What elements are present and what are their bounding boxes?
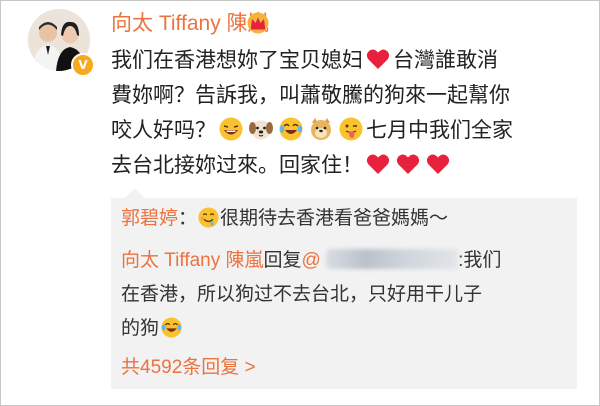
reply-item-1[interactable]: 郭碧婷： 很期待去香港看爸爸媽媽～ — [121, 204, 448, 234]
post-text-segment: 去台北接妳过來。回家住！ — [111, 154, 363, 177]
verified-badge: V — [71, 53, 95, 77]
reply-text: :我们 — [458, 250, 502, 271]
reply-text: 在香港，所以狗过不去台北，只好用干儿子 — [121, 284, 483, 305]
reply-author-link[interactable]: 郭碧婷 — [121, 208, 178, 229]
post-text: 我们在香港想妳了宝贝媳妇 台灣誰敢消 費妳啊？告訴我，叫蕭敬騰的狗來一起幫你 咬人… — [111, 43, 551, 183]
reply-box: 郭碧婷： 很期待去香港看爸爸媽媽～ 向太 Tiffany 陳嵐回复@ :我们 在香… — [111, 198, 577, 389]
mention-link[interactable]: @ — [301, 249, 459, 271]
post-text-segment: 咬人好吗？ — [111, 119, 216, 142]
blurred-mention-name — [326, 249, 459, 269]
reply-item-2-line-2: 在香港，所以狗过不去台北，只好用干儿子 — [121, 280, 482, 310]
red-heart-icon — [396, 154, 420, 174]
red-heart-icon — [426, 154, 450, 174]
post-line-1: 我们在香港想妳了宝贝媳妇 台灣誰敢消 — [111, 43, 551, 78]
mention-at: @ — [301, 250, 321, 271]
post-line-3: 咬人好吗？ 七月中我们全家 — [111, 113, 551, 148]
post-text-segment: 費妳啊？告訴我，叫蕭敬騰的狗來一起幫你 — [111, 84, 510, 107]
reply-text: 的狗 — [121, 318, 160, 339]
reply-box-notch — [125, 188, 145, 198]
laughing-emoji — [219, 117, 243, 141]
red-heart-icon — [366, 49, 390, 69]
tears-of-joy-emoji — [161, 317, 182, 338]
reply-author-link[interactable]: 向太 Tiffany 陳嵐 — [121, 250, 264, 271]
red-heart-icon — [366, 154, 390, 174]
post-author-name[interactable]: 向太 Tiffany 陳嵐 — [111, 11, 269, 37]
reply-text: 很期待去香港看爸爸媽媽～ — [220, 208, 449, 229]
drooling-emoji — [198, 207, 219, 228]
reply-item-2-line-3: 的狗 — [121, 314, 184, 344]
post-text-segment: 我们在香港想妳了宝贝媳妇 — [111, 49, 363, 72]
post-text-segment: 台灣誰敢消 — [393, 49, 498, 72]
tongue-out-emoji — [339, 117, 363, 141]
more-replies-link[interactable]: 共4592条回复 > — [121, 353, 256, 383]
weibo-post-card: V 向太 Tiffany 陳嵐 我们在香港想妳了宝贝媳妇 台灣誰敢消 費妳啊？告訴… — [0, 0, 600, 406]
doge-emoji — [311, 118, 331, 140]
reply-word: 回复 — [263, 250, 302, 271]
post-line-2: 費妳啊？告訴我，叫蕭敬騰的狗來一起幫你 — [111, 78, 551, 113]
reply-colon: ： — [178, 208, 198, 229]
dog-face-emoji — [249, 120, 273, 140]
reply-item-2[interactable]: 向太 Tiffany 陳嵐回复@ :我们 — [121, 246, 501, 276]
post-text-segment: 七月中我们全家 — [366, 119, 513, 142]
crown-icon — [247, 12, 269, 34]
post-line-4: 去台北接妳过來。回家住！ — [111, 148, 551, 183]
tears-of-joy-emoji — [279, 117, 303, 141]
